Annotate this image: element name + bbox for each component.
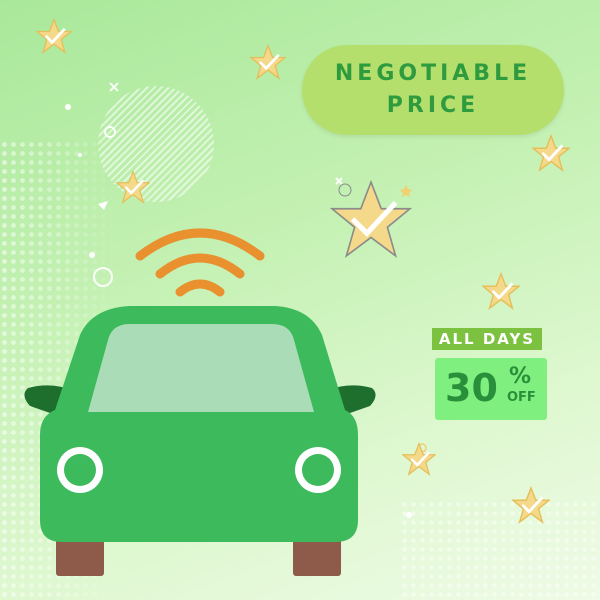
check-star-icon — [250, 44, 286, 80]
off-label: OFF — [507, 390, 536, 405]
percent-sign: % — [509, 364, 532, 389]
all-days-tag: ALL DAYS — [432, 328, 542, 350]
car-icon — [24, 306, 376, 576]
promo-canvas: NEGOTIABLE PRICE ALL DAYS 30 % OFF — [0, 0, 600, 600]
badge-line-1: NEGOTIABLE — [334, 61, 532, 86]
negotiable-price-badge: NEGOTIABLE PRICE — [302, 45, 564, 135]
badge-line-2: PRICE — [386, 93, 480, 118]
all-days-label: ALL DAYS — [438, 330, 536, 348]
discount-number: 30 — [445, 366, 498, 410]
check-star-icon — [36, 18, 72, 54]
check-star-icon — [512, 486, 550, 524]
check-star-icon — [116, 170, 150, 204]
check-star-icon — [532, 134, 570, 172]
check-star-icon — [482, 272, 520, 310]
check-star-icon — [402, 442, 436, 476]
discount-box: 30 % OFF — [435, 358, 547, 420]
